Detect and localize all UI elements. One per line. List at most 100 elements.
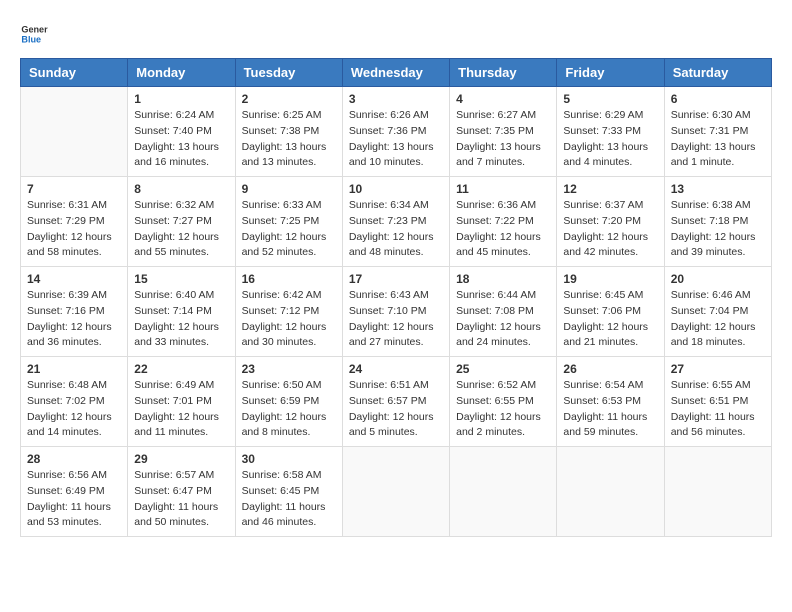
day-info: Sunrise: 6:36 AM Sunset: 7:22 PM Dayligh… [456,198,550,261]
day-number: 1 [134,92,228,106]
day-number: 27 [671,362,765,376]
calendar-cell: 17 Sunrise: 6:43 AM Sunset: 7:10 PM Dayli… [342,267,449,357]
calendar-cell: 28 Sunrise: 6:56 AM Sunset: 6:49 PM Dayli… [21,447,128,537]
weekday-header: Saturday [664,59,771,87]
calendar-cell: 9 Sunrise: 6:33 AM Sunset: 7:25 PM Daylig… [235,177,342,267]
day-info: Sunrise: 6:48 AM Sunset: 7:02 PM Dayligh… [27,378,121,441]
calendar-cell: 5 Sunrise: 6:29 AM Sunset: 7:33 PM Daylig… [557,87,664,177]
day-info: Sunrise: 6:50 AM Sunset: 6:59 PM Dayligh… [242,378,336,441]
weekday-header: Friday [557,59,664,87]
day-number: 18 [456,272,550,286]
day-info: Sunrise: 6:42 AM Sunset: 7:12 PM Dayligh… [242,288,336,351]
calendar-cell [342,447,449,537]
calendar-week-row: 14 Sunrise: 6:39 AM Sunset: 7:16 PM Dayli… [21,267,772,357]
day-info: Sunrise: 6:33 AM Sunset: 7:25 PM Dayligh… [242,198,336,261]
calendar-cell: 7 Sunrise: 6:31 AM Sunset: 7:29 PM Daylig… [21,177,128,267]
day-number: 24 [349,362,443,376]
day-number: 8 [134,182,228,196]
day-number: 23 [242,362,336,376]
weekday-header: Monday [128,59,235,87]
day-number: 25 [456,362,550,376]
calendar-cell: 21Sunrise: 6:48 AM Sunset: 7:02 PM Dayli… [21,357,128,447]
calendar-cell: 25 Sunrise: 6:52 AM Sunset: 6:55 PM Dayli… [450,357,557,447]
calendar-cell: 22 Sunrise: 6:49 AM Sunset: 7:01 PM Dayli… [128,357,235,447]
day-info: Sunrise: 6:46 AM Sunset: 7:04 PM Dayligh… [671,288,765,351]
day-number: 5 [563,92,657,106]
day-info: Sunrise: 6:44 AM Sunset: 7:08 PM Dayligh… [456,288,550,351]
day-number: 4 [456,92,550,106]
day-number: 7 [27,182,121,196]
calendar-cell [557,447,664,537]
day-number: 14 [27,272,121,286]
weekday-header: Wednesday [342,59,449,87]
day-info: Sunrise: 6:49 AM Sunset: 7:01 PM Dayligh… [134,378,228,441]
calendar-week-row: 1 Sunrise: 6:24 AM Sunset: 7:40 PM Daylig… [21,87,772,177]
day-number: 6 [671,92,765,106]
day-info: Sunrise: 6:58 AM Sunset: 6:45 PM Dayligh… [242,468,336,531]
calendar-cell: 23 Sunrise: 6:50 AM Sunset: 6:59 PM Dayli… [235,357,342,447]
calendar-cell: 2Sunrise: 6:25 AM Sunset: 7:38 PM Daylig… [235,87,342,177]
day-info: Sunrise: 6:24 AM Sunset: 7:40 PM Dayligh… [134,108,228,171]
day-number: 20 [671,272,765,286]
day-number: 30 [242,452,336,466]
day-number: 13 [671,182,765,196]
svg-text:Blue: Blue [21,34,41,44]
day-info: Sunrise: 6:31 AM Sunset: 7:29 PM Dayligh… [27,198,121,261]
weekday-header: Thursday [450,59,557,87]
day-number: 9 [242,182,336,196]
calendar-cell: 16Sunrise: 6:42 AM Sunset: 7:12 PM Dayli… [235,267,342,357]
day-number: 29 [134,452,228,466]
day-number: 17 [349,272,443,286]
day-number: 3 [349,92,443,106]
calendar-cell: 30 Sunrise: 6:58 AM Sunset: 6:45 PM Dayli… [235,447,342,537]
calendar-cell: 12Sunrise: 6:37 AM Sunset: 7:20 PM Dayli… [557,177,664,267]
calendar-cell: 4 Sunrise: 6:27 AM Sunset: 7:35 PM Daylig… [450,87,557,177]
day-info: Sunrise: 6:39 AM Sunset: 7:16 PM Dayligh… [27,288,121,351]
day-info: Sunrise: 6:29 AM Sunset: 7:33 PM Dayligh… [563,108,657,171]
calendar-cell [664,447,771,537]
calendar-cell: 13Sunrise: 6:38 AM Sunset: 7:18 PM Dayli… [664,177,771,267]
day-number: 10 [349,182,443,196]
logo-icon: General Blue [20,20,48,48]
page-header: General Blue [20,20,772,48]
calendar-cell: 10 Sunrise: 6:34 AM Sunset: 7:23 PM Dayli… [342,177,449,267]
day-info: Sunrise: 6:57 AM Sunset: 6:47 PM Dayligh… [134,468,228,531]
calendar-week-row: 28 Sunrise: 6:56 AM Sunset: 6:49 PM Dayli… [21,447,772,537]
calendar-cell: 14 Sunrise: 6:39 AM Sunset: 7:16 PM Dayli… [21,267,128,357]
weekday-header: Tuesday [235,59,342,87]
calendar-cell: 26 Sunrise: 6:54 AM Sunset: 6:53 PM Dayli… [557,357,664,447]
day-number: 19 [563,272,657,286]
day-info: Sunrise: 6:52 AM Sunset: 6:55 PM Dayligh… [456,378,550,441]
calendar-cell: 18 Sunrise: 6:44 AM Sunset: 7:08 PM Dayli… [450,267,557,357]
day-number: 22 [134,362,228,376]
day-info: Sunrise: 6:40 AM Sunset: 7:14 PM Dayligh… [134,288,228,351]
calendar-week-row: 7 Sunrise: 6:31 AM Sunset: 7:29 PM Daylig… [21,177,772,267]
calendar-cell: 24Sunrise: 6:51 AM Sunset: 6:57 PM Dayli… [342,357,449,447]
calendar-table: SundayMondayTuesdayWednesdayThursdayFrid… [20,58,772,537]
logo: General Blue [20,20,48,48]
day-info: Sunrise: 6:30 AM Sunset: 7:31 PM Dayligh… [671,108,765,171]
day-info: Sunrise: 6:43 AM Sunset: 7:10 PM Dayligh… [349,288,443,351]
day-info: Sunrise: 6:34 AM Sunset: 7:23 PM Dayligh… [349,198,443,261]
day-info: Sunrise: 6:54 AM Sunset: 6:53 PM Dayligh… [563,378,657,441]
calendar-cell: 15Sunrise: 6:40 AM Sunset: 7:14 PM Dayli… [128,267,235,357]
day-info: Sunrise: 6:55 AM Sunset: 6:51 PM Dayligh… [671,378,765,441]
calendar-cell: 11 Sunrise: 6:36 AM Sunset: 7:22 PM Dayli… [450,177,557,267]
calendar-cell: 20 Sunrise: 6:46 AM Sunset: 7:04 PM Dayli… [664,267,771,357]
calendar-cell [21,87,128,177]
day-number: 28 [27,452,121,466]
day-info: Sunrise: 6:45 AM Sunset: 7:06 PM Dayligh… [563,288,657,351]
calendar-cell [450,447,557,537]
calendar-cell: 27 Sunrise: 6:55 AM Sunset: 6:51 PM Dayli… [664,357,771,447]
day-info: Sunrise: 6:27 AM Sunset: 7:35 PM Dayligh… [456,108,550,171]
day-number: 26 [563,362,657,376]
day-info: Sunrise: 6:56 AM Sunset: 6:49 PM Dayligh… [27,468,121,531]
calendar-cell: 3Sunrise: 6:26 AM Sunset: 7:36 PM Daylig… [342,87,449,177]
day-number: 11 [456,182,550,196]
svg-text:General: General [21,25,48,35]
day-number: 12 [563,182,657,196]
calendar-week-row: 21Sunrise: 6:48 AM Sunset: 7:02 PM Dayli… [21,357,772,447]
calendar-cell: 19 Sunrise: 6:45 AM Sunset: 7:06 PM Dayli… [557,267,664,357]
calendar-header-row: SundayMondayTuesdayWednesdayThursdayFrid… [21,59,772,87]
calendar-cell: 8Sunrise: 6:32 AM Sunset: 7:27 PM Daylig… [128,177,235,267]
